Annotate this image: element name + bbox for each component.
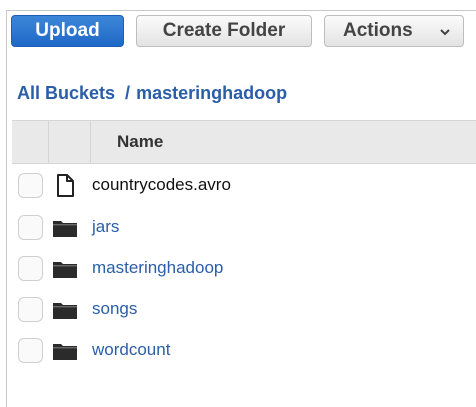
table-row[interactable]: countrycodes.avro	[12, 167, 476, 207]
name-column-header[interactable]: Name	[117, 132, 163, 152]
table-row[interactable]: wordcount	[12, 332, 476, 372]
select-all-column-header	[12, 121, 49, 163]
folder-link[interactable]: songs	[92, 299, 137, 319]
create-folder-button[interactable]: Create Folder	[136, 15, 312, 47]
folder-icon	[52, 337, 78, 363]
table-row[interactable]: songs	[12, 291, 476, 331]
folder-link[interactable]: jars	[92, 217, 119, 237]
file-name: countrycodes.avro	[92, 175, 231, 194]
row-checkbox[interactable]	[18, 297, 43, 322]
actions-dropdown-button[interactable]: Actions	[324, 15, 464, 47]
row-checkbox[interactable]	[18, 215, 43, 240]
folder-link[interactable]: wordcount	[92, 340, 170, 360]
chevron-down-icon	[439, 17, 451, 57]
breadcrumb-separator: /	[125, 83, 131, 103]
folder-icon	[52, 255, 78, 281]
row-checkbox[interactable]	[18, 173, 43, 198]
breadcrumb: All Buckets / masteringhadoop	[17, 83, 287, 104]
table-row[interactable]: masteringhadoop	[12, 250, 476, 290]
icon-column-header	[49, 121, 91, 163]
file-icon	[52, 172, 78, 198]
table-row[interactable]: jars	[12, 209, 476, 249]
folder-icon	[52, 214, 78, 240]
actions-label: Actions	[343, 20, 413, 41]
breadcrumb-all-buckets-link[interactable]: All Buckets	[17, 83, 115, 103]
folder-icon	[52, 296, 78, 322]
upload-button[interactable]: Upload	[11, 15, 124, 47]
row-checkbox[interactable]	[18, 256, 43, 281]
row-checkbox[interactable]	[18, 338, 43, 363]
folder-link[interactable]: masteringhadoop	[92, 258, 223, 278]
table-header: Name	[12, 120, 476, 164]
breadcrumb-current-bucket[interactable]: masteringhadoop	[136, 83, 287, 103]
